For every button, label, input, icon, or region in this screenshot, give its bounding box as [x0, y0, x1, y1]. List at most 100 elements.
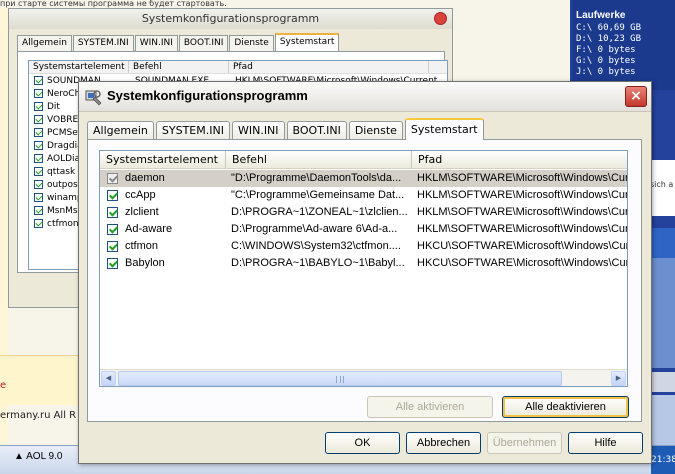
title-bar[interactable]: Systemkonfigurationsprogramm × [79, 82, 651, 112]
item-name: qttask [47, 166, 76, 177]
apply-button[interactable]: Übernehmen [487, 432, 562, 454]
side-panel-block [650, 228, 675, 258]
tab-systemstart[interactable]: Systemstart [274, 33, 340, 51]
table-row[interactable]: ctfmon C:\WINDOWS\System32\ctfmon.... HK… [100, 238, 627, 255]
column-header[interactable]: Systemstartelement [29, 61, 129, 73]
tab-allgemein[interactable]: Allgemein [17, 35, 72, 51]
item-path: HKLM\SOFTWARE\Microsoft\Windows\Curre [417, 206, 627, 218]
checkbox[interactable] [34, 206, 43, 215]
checkbox[interactable] [34, 141, 43, 150]
column-header[interactable]: Pfad [229, 61, 429, 73]
checkbox[interactable] [107, 241, 118, 252]
tab-boot-ini[interactable]: BOOT.INI [286, 121, 347, 140]
drive-entry: G:\ 0 bytes [576, 56, 636, 66]
scrollbar-thumb[interactable] [118, 371, 562, 386]
checkbox[interactable] [34, 128, 43, 137]
close-icon[interactable] [434, 12, 447, 25]
drive-entry: D:\ 10,23 GB [576, 34, 642, 44]
side-panel-block [650, 258, 675, 368]
table-row[interactable]: zlclient D:\PROGRA~1\ZONEAL~1\zlclien...… [100, 204, 627, 221]
item-command: D:\Programme\Ad-aware 6\Ad-a... [231, 223, 398, 235]
checkbox[interactable] [107, 258, 118, 269]
item-name: ccApp [125, 189, 156, 201]
item-path: HKCU\SOFTWARE\Microsoft\Windows\Curre [417, 240, 627, 252]
list-header: Systemstartelement Befehl Pfad [100, 151, 627, 169]
horizontal-scrollbar[interactable]: ◀ ▶ [100, 369, 627, 386]
disable-all-button[interactable]: Alle deaktivieren [502, 396, 629, 418]
checkbox[interactable] [34, 167, 43, 176]
item-command: D:\PROGRA~1\BABYLO~1\Babyl... [231, 257, 405, 269]
table-row[interactable]: Ad-aware D:\Programme\Ad-aware 6\Ad-a...… [100, 221, 627, 238]
window-title: Systemkonfigurationsprogramm [107, 88, 308, 103]
checkbox[interactable] [107, 207, 118, 218]
taskbar-item-aol[interactable]: ▲ AOL 9.0 [14, 451, 62, 462]
close-icon: × [630, 88, 642, 104]
item-command: C:\WINDOWS\System32\ctfmon.... [231, 240, 401, 252]
taskbar-clock: 21:38 [651, 446, 675, 474]
tab-boot-ini[interactable]: BOOT.INI [178, 35, 229, 51]
checkbox[interactable] [34, 219, 43, 228]
item-path: HKLM\SOFTWARE\Microsoft\Windows\Curre [417, 223, 627, 235]
side-panel-list [650, 395, 675, 445]
grip-icon [336, 376, 344, 383]
tab-allgemein[interactable]: Allgemein [87, 121, 154, 140]
tab-win-ini[interactable]: WIN.INI [134, 35, 178, 51]
item-name: Babylon [125, 257, 165, 269]
item-command: "D:\Programme\DaemonTools\da... [231, 172, 402, 184]
background-site-text: ermany.ru All R [0, 410, 77, 421]
item-path: HKCU\SOFTWARE\Microsoft\Windows\Curre [417, 257, 627, 269]
background-window-title: Systemkonfigurationsprogramm [9, 9, 452, 29]
checkbox[interactable] [34, 102, 43, 111]
tab-win-ini[interactable]: WIN.INI [231, 121, 285, 140]
checkbox[interactable] [107, 173, 118, 184]
tab-panel-systemstart: Systemstartelement Befehl Pfad daemon "D… [87, 139, 642, 422]
background-notice-text: e [0, 380, 7, 391]
msconfig-icon [85, 90, 102, 106]
checkbox[interactable] [34, 180, 43, 189]
scroll-right-arrow-icon[interactable]: ▶ [611, 371, 626, 386]
ok-button[interactable]: OK [325, 432, 400, 454]
taskbar-item-label: AOL 9.0 [26, 451, 63, 462]
item-path: HKLM\SOFTWARE\Microsoft\Windows\Curre [417, 189, 627, 201]
help-button[interactable]: Hilfe [568, 432, 643, 454]
background-tabs: Allgemein SYSTEM.INI WIN.INI BOOT.INI Di… [17, 33, 340, 51]
tab-strip: Allgemein SYSTEM.INI WIN.INI BOOT.INI Di… [87, 118, 486, 140]
tab-system-ini[interactable]: SYSTEM.INI [72, 35, 134, 51]
checkbox[interactable] [107, 190, 118, 201]
item-name: ctfmon [47, 218, 79, 229]
item-command: "C:\Programme\Gemeinsame Dat... [231, 189, 405, 201]
tab-dienste[interactable]: Dienste [229, 35, 274, 51]
tab-dienste[interactable]: Dienste [348, 121, 403, 140]
checkbox[interactable] [34, 115, 43, 124]
checkbox[interactable] [34, 76, 43, 85]
checkbox[interactable] [107, 224, 118, 235]
enable-all-button[interactable]: Alle aktivieren [367, 396, 493, 418]
item-name: outpost [47, 179, 82, 190]
background-list-header: Systemstartelement Befehl Pfad [29, 61, 447, 74]
column-header-path[interactable]: Pfad [412, 151, 627, 169]
column-header-element[interactable]: Systemstartelement [100, 151, 226, 169]
tab-system-ini[interactable]: SYSTEM.INI [155, 121, 230, 140]
item-path: HKLM\SOFTWARE\Microsoft\Windows\Curre [417, 172, 627, 184]
table-row[interactable]: Babylon D:\PROGRA~1\BABYLO~1\Babyl... HK… [100, 255, 627, 272]
item-name: zlclient [125, 206, 159, 218]
table-row[interactable]: ccApp "C:\Programme\Gemeinsame Dat... HK… [100, 187, 627, 204]
media-controls[interactable] [650, 372, 675, 392]
item-name: Ad-aware [125, 223, 173, 235]
drives-widget: Laufwerke C:\ 60,69 GB D:\ 10,23 GB F:\ … [572, 0, 675, 90]
system-configuration-dialog: Systemkonfigurationsprogramm × Allgemein… [78, 81, 652, 464]
column-header[interactable]: Befehl [129, 61, 229, 73]
column-header-command[interactable]: Befehl [226, 151, 412, 169]
table-row[interactable]: daemon "D:\Programme\DaemonTools\da... H… [100, 170, 627, 187]
checkbox[interactable] [34, 154, 43, 163]
close-button[interactable]: × [625, 86, 647, 107]
tab-systemstart[interactable]: Systemstart [404, 118, 484, 140]
scroll-left-arrow-icon[interactable]: ◀ [101, 371, 116, 386]
cancel-button[interactable]: Abbrechen [406, 432, 481, 454]
startup-items-list[interactable]: Systemstartelement Befehl Pfad daemon "D… [99, 150, 628, 387]
checkbox[interactable] [34, 89, 43, 98]
drive-entry: J:\ 0 bytes [576, 67, 636, 77]
drive-entry: F:\ 0 bytes [576, 45, 636, 55]
item-command: D:\PROGRA~1\ZONEAL~1\zlclien... [231, 206, 408, 218]
checkbox[interactable] [34, 193, 43, 202]
